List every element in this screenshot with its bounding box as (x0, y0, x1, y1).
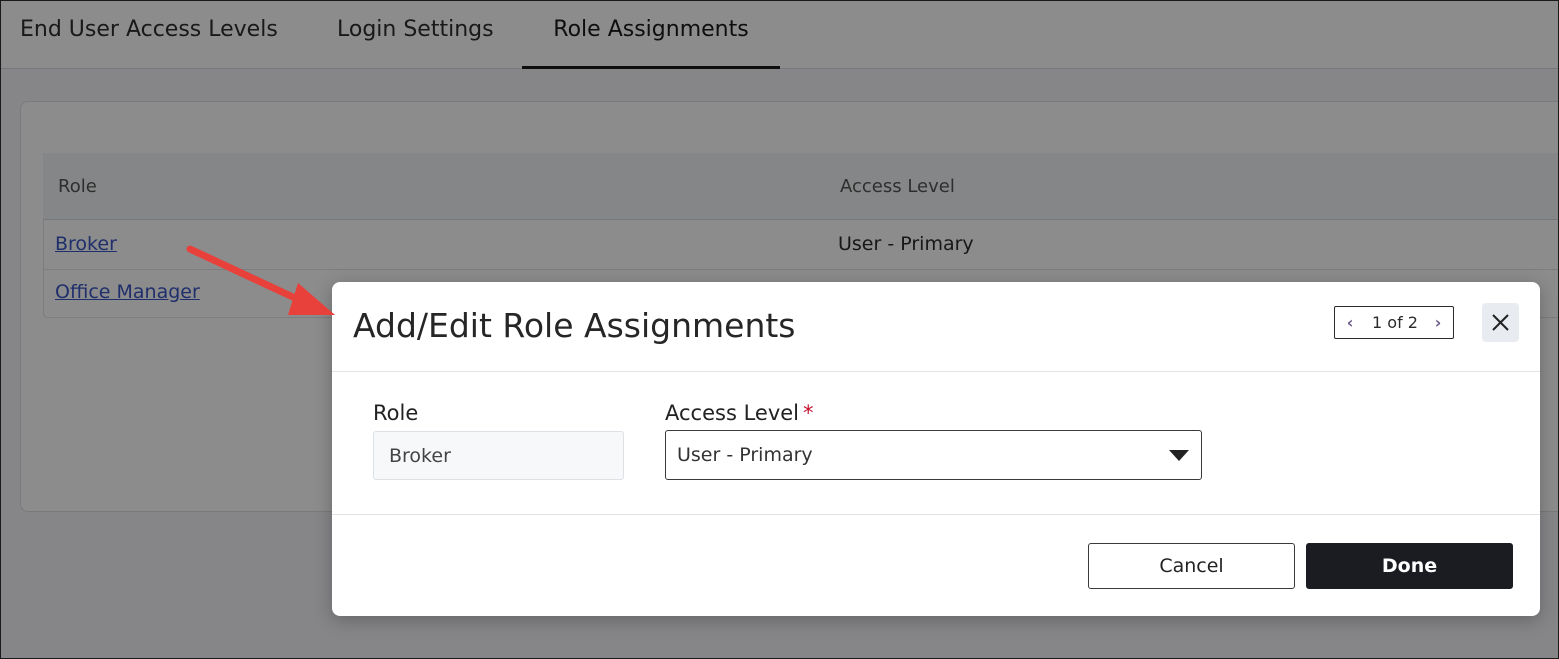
access-level-field-label: Access Level * (665, 401, 814, 425)
close-button[interactable] (1482, 303, 1519, 342)
dialog-title: Add/Edit Role Assignments (353, 306, 796, 345)
role-field-label: Role (373, 401, 419, 425)
pager-position: 1 of 2 (1372, 313, 1418, 332)
required-marker: * (803, 401, 814, 425)
chevron-right-icon[interactable]: › (1427, 312, 1449, 334)
chevron-left-icon[interactable]: ‹ (1339, 312, 1361, 334)
close-icon (1492, 314, 1509, 331)
footer-divider (332, 514, 1540, 515)
access-level-select[interactable]: User - Primary (665, 430, 1202, 480)
caret-down-icon (1169, 450, 1189, 461)
cancel-button[interactable]: Cancel (1088, 543, 1295, 589)
record-pager: ‹ 1 of 2 › (1334, 306, 1454, 339)
red-arrow-icon (186, 245, 335, 315)
header-divider (332, 371, 1540, 372)
access-level-label-text: Access Level (665, 401, 799, 425)
done-button[interactable]: Done (1306, 543, 1513, 589)
add-edit-role-dialog: Add/Edit Role Assignments ‹ 1 of 2 › Rol… (332, 282, 1540, 616)
role-input[interactable] (373, 431, 624, 480)
access-level-selected-value: User - Primary (677, 444, 813, 466)
